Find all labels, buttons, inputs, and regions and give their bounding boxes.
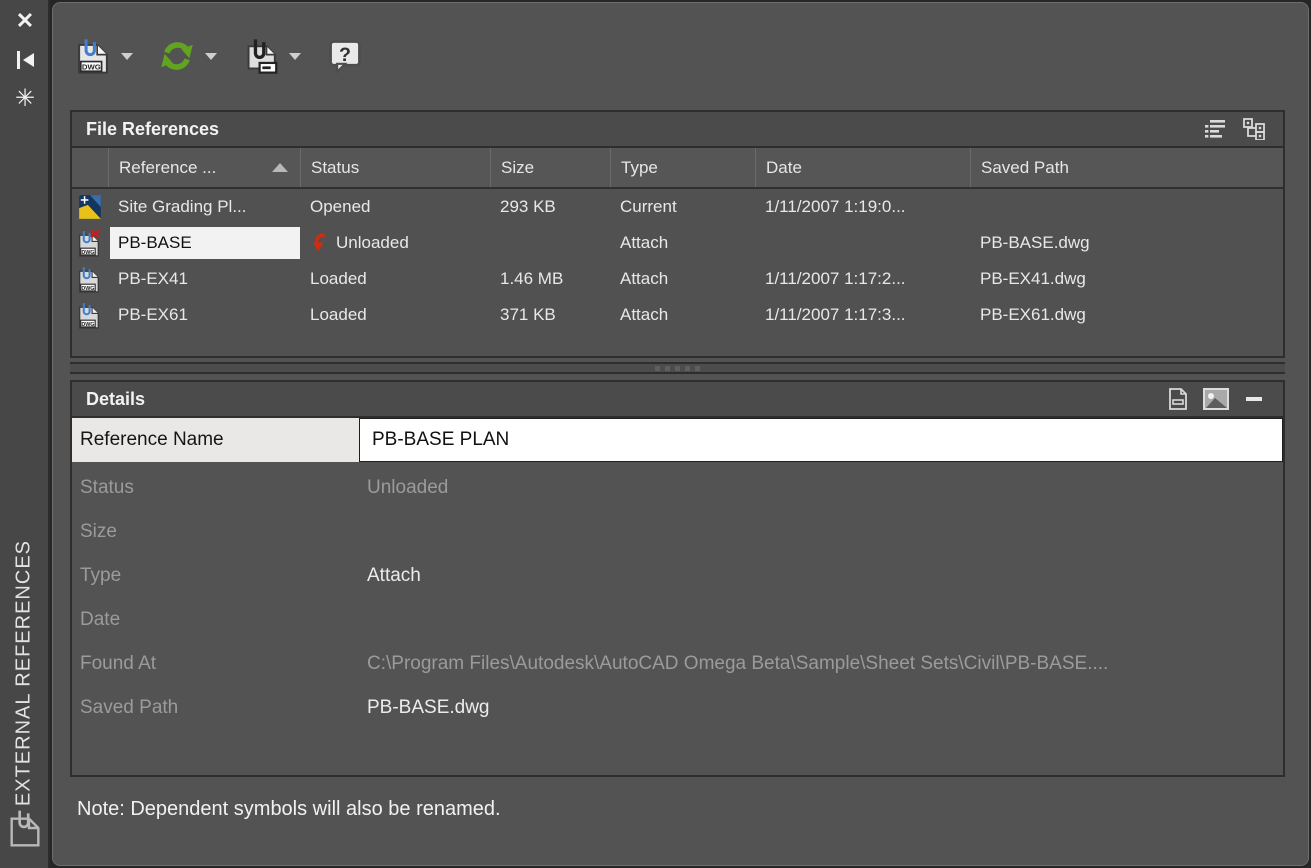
table-row-pb-ex61[interactable]: DWG PB-EX61 Loaded 371 KB Attach 1/11/20… [72,297,1283,333]
details-view-icon[interactable] [1163,387,1193,411]
reference-name-row: Reference Name [72,418,1283,462]
table-column-headers: Reference ... Status Size Type Date Save… [72,148,1283,189]
column-status[interactable]: Status [300,148,490,187]
dwg-badge: DWG [82,63,101,72]
xref-toolbar: DWG [74,34,364,78]
tree-view-icon[interactable] [1239,117,1269,141]
reference-name-label: Reference Name [72,418,359,462]
dwg-attached-icon: DWG [72,301,108,329]
column-date[interactable]: Date [755,148,970,187]
column-reference-name[interactable]: Reference ... [108,148,300,187]
collapse-panel-button[interactable] [1239,387,1269,411]
details-title: Details [86,389,145,410]
list-view-icon[interactable] [1201,117,1231,141]
xref-palette-icon [7,808,43,848]
file-references-panel: File References [70,110,1285,358]
table-row-pb-ex41[interactable]: DWG PB-EX41 Loaded 1.46 MB Attach 1/11/2… [72,261,1283,297]
file-references-header: File References [72,112,1283,148]
close-icon[interactable]: ✕ [0,8,50,34]
attach-dropdown-arrow[interactable] [118,36,136,76]
dwg-badge: DWG [81,286,94,292]
palette-titlebar: ✕ ✳ EXTERNAL REFERENCES [0,0,50,868]
rename-note: Note: Dependent symbols will also be ren… [77,798,501,821]
help-button[interactable]: ? [326,36,364,76]
details-header: Details [72,382,1283,418]
auto-hide-icon[interactable] [0,48,50,72]
refresh-dropdown-arrow[interactable] [202,36,220,76]
current-drawing-icon [72,194,108,220]
dwg-badge: DWG [81,250,94,256]
details-fields: Status Unloaded Size Type Attach Date Fo… [72,462,1283,730]
rename-inplace-input[interactable] [110,227,300,259]
refresh-button[interactable] [158,36,196,76]
field-size: Size [72,510,1283,554]
column-saved-path[interactable]: Saved Path [970,148,1283,187]
dwg-badge: DWG [81,322,94,328]
column-icon[interactable] [72,148,108,187]
reference-name-input[interactable] [359,418,1283,462]
table-row-site-grading[interactable]: Site Grading Pl... Opened 293 KB Current… [72,189,1283,225]
gear-icon[interactable]: ✳ [0,84,50,113]
field-type: Type Attach [72,554,1283,598]
help-glyph: ? [339,44,351,66]
field-date: Date [72,598,1283,642]
field-status: Status Unloaded [72,466,1283,510]
column-size[interactable]: Size [490,148,610,187]
table-row-pb-base[interactable]: DWG Unloaded Attach PB-BASE.dwg [72,225,1283,261]
attach-dwg-button[interactable]: DWG [74,36,112,76]
sort-ascending-icon [272,163,288,172]
dwg-unloaded-icon: DWG [72,229,108,257]
change-path-button[interactable] [242,36,280,76]
preview-image-icon[interactable] [1201,387,1231,411]
field-saved-path: Saved Path PB-BASE.dwg [72,686,1283,730]
external-references-palette: DWG [50,0,1311,868]
unload-arrow-icon [310,233,328,253]
panel-splitter-handle[interactable] [70,362,1285,374]
field-found-at: Found At C:\Program Files\Autodesk\AutoC… [72,642,1283,686]
palette-title: EXTERNAL REFERENCES [13,540,36,806]
details-panel: Details Reference Name [70,380,1285,777]
dwg-attached-icon: DWG [72,265,108,293]
column-type[interactable]: Type [610,148,755,187]
file-references-title: File References [86,119,219,140]
change-path-dropdown-arrow[interactable] [286,36,304,76]
